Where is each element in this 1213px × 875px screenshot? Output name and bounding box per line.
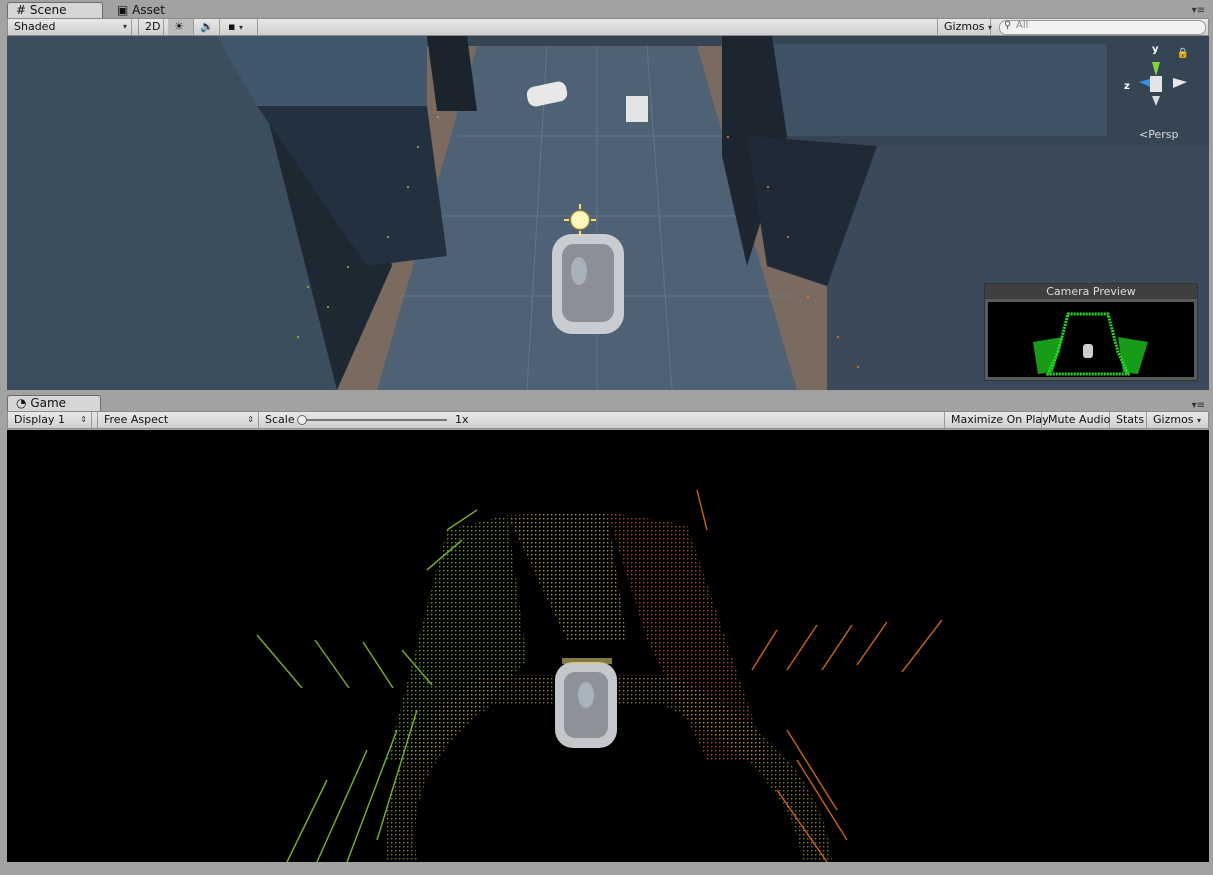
aspect-label: Free Aspect [104, 413, 169, 426]
dropdown-arrow-icon: ▾ [238, 23, 243, 32]
projection-label: Persp [1148, 128, 1179, 141]
dropdown-arrow-icon: ▾ [988, 23, 993, 32]
maximize-on-play-label: Maximize On Play [951, 413, 1049, 426]
panel-menu-icon[interactable]: ▾≡ [1192, 5, 1205, 16]
panel-menu-icon[interactable]: ▾≡ [1192, 400, 1205, 411]
y-axis-label: y [1152, 44, 1159, 55]
scale-control: Scale 1x [259, 412, 479, 428]
camera-preview-panel: Camera Preview [984, 283, 1198, 381]
aspect-dropdown[interactable]: Free Aspect ⇕ [97, 412, 259, 428]
car-model [552, 234, 624, 334]
scene-tab-bar: # Scene ▣ Asset Store ▾≡ [0, 0, 1213, 32]
dropdown-arrow-icon: ⇕ [80, 415, 87, 424]
dropdown-arrow-icon: ⇕ [247, 415, 254, 424]
scale-slider-track[interactable] [299, 419, 447, 421]
game-gizmos-dropdown[interactable]: Gizmos ▾ [1147, 412, 1208, 428]
image-icon: ▪ [228, 20, 236, 33]
scene-toolbar: Shaded ▾ 2D ☀ 🔉 ▪ ▾ Gizmos ▾ ⚲ All [7, 18, 1209, 36]
tab-game[interactable]: ◔ Game [7, 395, 101, 411]
scale-label: Scale [265, 413, 295, 426]
scene-audio-toggle[interactable]: 🔉 [194, 19, 220, 35]
game-car-model [555, 658, 617, 748]
game-render [256, 489, 943, 862]
scene-viewport[interactable]: 🔒 y z <Persp Camera Preview [7, 36, 1209, 390]
search-placeholder: All [1016, 20, 1029, 31]
maximize-on-play-toggle[interactable]: Maximize On Play [944, 412, 1049, 428]
game-tab-bar: ◔ Game ▾≡ [0, 393, 1213, 411]
tab-asset-store[interactable]: ▣ Asset Store [108, 2, 208, 32]
game-toolbar: Display 1 ⇕ Free Aspect ⇕ Scale 1x Maxim… [7, 411, 1209, 429]
orientation-gizmo[interactable]: 🔒 y z <Persp [1109, 42, 1199, 142]
tab-scene-label: Scene [29, 3, 67, 17]
scale-value: 1x [455, 413, 469, 426]
scene-effects-dropdown[interactable]: ▪ ▾ [222, 19, 258, 35]
sun-icon: ☀ [174, 20, 184, 33]
scale-slider-thumb[interactable] [297, 415, 307, 425]
building-right-top [772, 44, 1107, 136]
lidar-back-wall [507, 512, 627, 640]
game-view[interactable] [7, 430, 1209, 862]
store-icon: ▣ [117, 3, 129, 17]
game-gizmos-label: Gizmos [1153, 413, 1194, 426]
z-axis-label: z [1124, 81, 1130, 92]
dropdown-arrow-icon: ▾ [1197, 416, 1202, 425]
2d-toggle-button[interactable]: 2D [138, 19, 164, 35]
gizmos-label: Gizmos [944, 20, 985, 33]
camera-preview-points [1033, 312, 1148, 376]
mute-audio-toggle[interactable]: Mute Audio [1042, 412, 1110, 428]
tab-game-label: Game [30, 396, 67, 410]
dropdown-arrow-icon: ▾ [122, 22, 127, 31]
scene-search-input[interactable]: ⚲ All [999, 20, 1206, 35]
shading-mode-label: Shaded [14, 20, 56, 33]
projection-toggle[interactable]: <Persp [1139, 128, 1178, 141]
search-icon: ⚲ [1004, 20, 1012, 31]
display-label: Display 1 [14, 413, 66, 426]
camera-preview-image [988, 302, 1194, 377]
stats-toggle[interactable]: Stats [1110, 412, 1147, 428]
stats-label: Stats [1116, 413, 1145, 426]
display-dropdown[interactable]: Display 1 ⇕ [8, 412, 92, 428]
scene-gizmos-dropdown[interactable]: Gizmos ▾ [937, 19, 993, 35]
2d-label: 2D [145, 20, 161, 33]
scene-lighting-toggle[interactable]: ☀ [168, 19, 194, 35]
tab-scene[interactable]: # Scene [7, 2, 103, 18]
speaker-icon: 🔉 [200, 20, 214, 33]
grid-icon: # [16, 3, 27, 17]
cube-prop [626, 96, 648, 122]
camera-preview-title: Camera Preview [985, 284, 1197, 299]
chevron-left-icon: < [1139, 128, 1149, 141]
pacman-icon: ◔ [16, 396, 27, 410]
mute-audio-label: Mute Audio [1048, 413, 1111, 426]
shading-mode-dropdown[interactable]: Shaded ▾ [8, 19, 132, 35]
